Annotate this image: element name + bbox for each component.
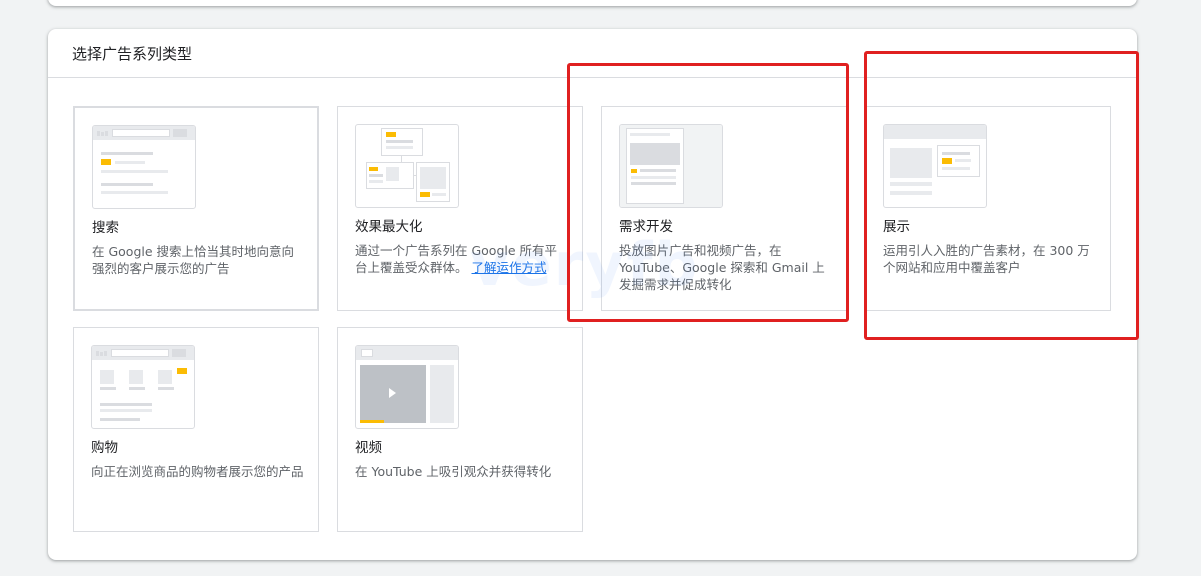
campaign-type-card-performance-max[interactable]: 效果最大化 通过一个广告系列在 Google 所有平台上覆盖受众群体。 了解运作… — [337, 106, 583, 311]
card-title: 效果最大化 — [355, 219, 423, 235]
campaign-type-card-video[interactable]: 视频 在 YouTube 上吸引观众并获得转化 — [337, 327, 583, 532]
campaign-type-card-shopping[interactable]: 购物 向正在浏览商品的购物者展示您的产品 — [73, 327, 319, 532]
demand-gen-illustration-icon — [619, 124, 723, 208]
card-title: 购物 — [91, 440, 118, 456]
play-icon — [389, 388, 396, 398]
shopping-illustration-icon — [91, 345, 195, 429]
card-description: 运用引人入胜的广告素材，在 300 万个网站和应用中覆盖客户 — [883, 243, 1090, 275]
search-illustration-icon — [92, 125, 196, 209]
card-description: 通过一个广告系列在 Google 所有平台上覆盖受众群体。 了解运作方式 — [355, 243, 558, 275]
campaign-type-card-search[interactable]: 搜索 在 Google 搜索上恰当其时地向意向强烈的客户展示您的广告 — [73, 106, 319, 311]
card-description: 投放图片广告和视频广告，在 YouTube、Google 探索和 Gmail 上… — [619, 243, 825, 292]
card-title: 搜索 — [92, 220, 119, 236]
performance-max-illustration-icon — [355, 124, 459, 208]
card-description: 在 Google 搜索上恰当其时地向意向强烈的客户展示您的广告 — [92, 244, 295, 276]
card-title: 需求开发 — [619, 219, 673, 235]
learn-how-it-works-link[interactable]: 了解运作方式 — [472, 260, 547, 275]
card-title: 视频 — [355, 440, 382, 456]
display-illustration-icon — [883, 124, 987, 208]
campaign-type-card-demand-gen[interactable]: 需求开发 投放图片广告和视频广告，在 YouTube、Google 探索和 Gm… — [601, 106, 847, 311]
card-title: 展示 — [883, 219, 910, 235]
card-description: 向正在浏览商品的购物者展示您的产品 — [91, 464, 304, 479]
campaign-type-card-display[interactable]: 展示 运用引人入胜的广告素材，在 300 万个网站和应用中覆盖客户 — [865, 106, 1111, 311]
card-description: 在 YouTube 上吸引观众并获得转化 — [355, 464, 552, 479]
video-illustration-icon — [355, 345, 459, 429]
previous-section-card — [48, 0, 1137, 6]
panel-title: 选择广告系列类型 — [48, 29, 1137, 78]
